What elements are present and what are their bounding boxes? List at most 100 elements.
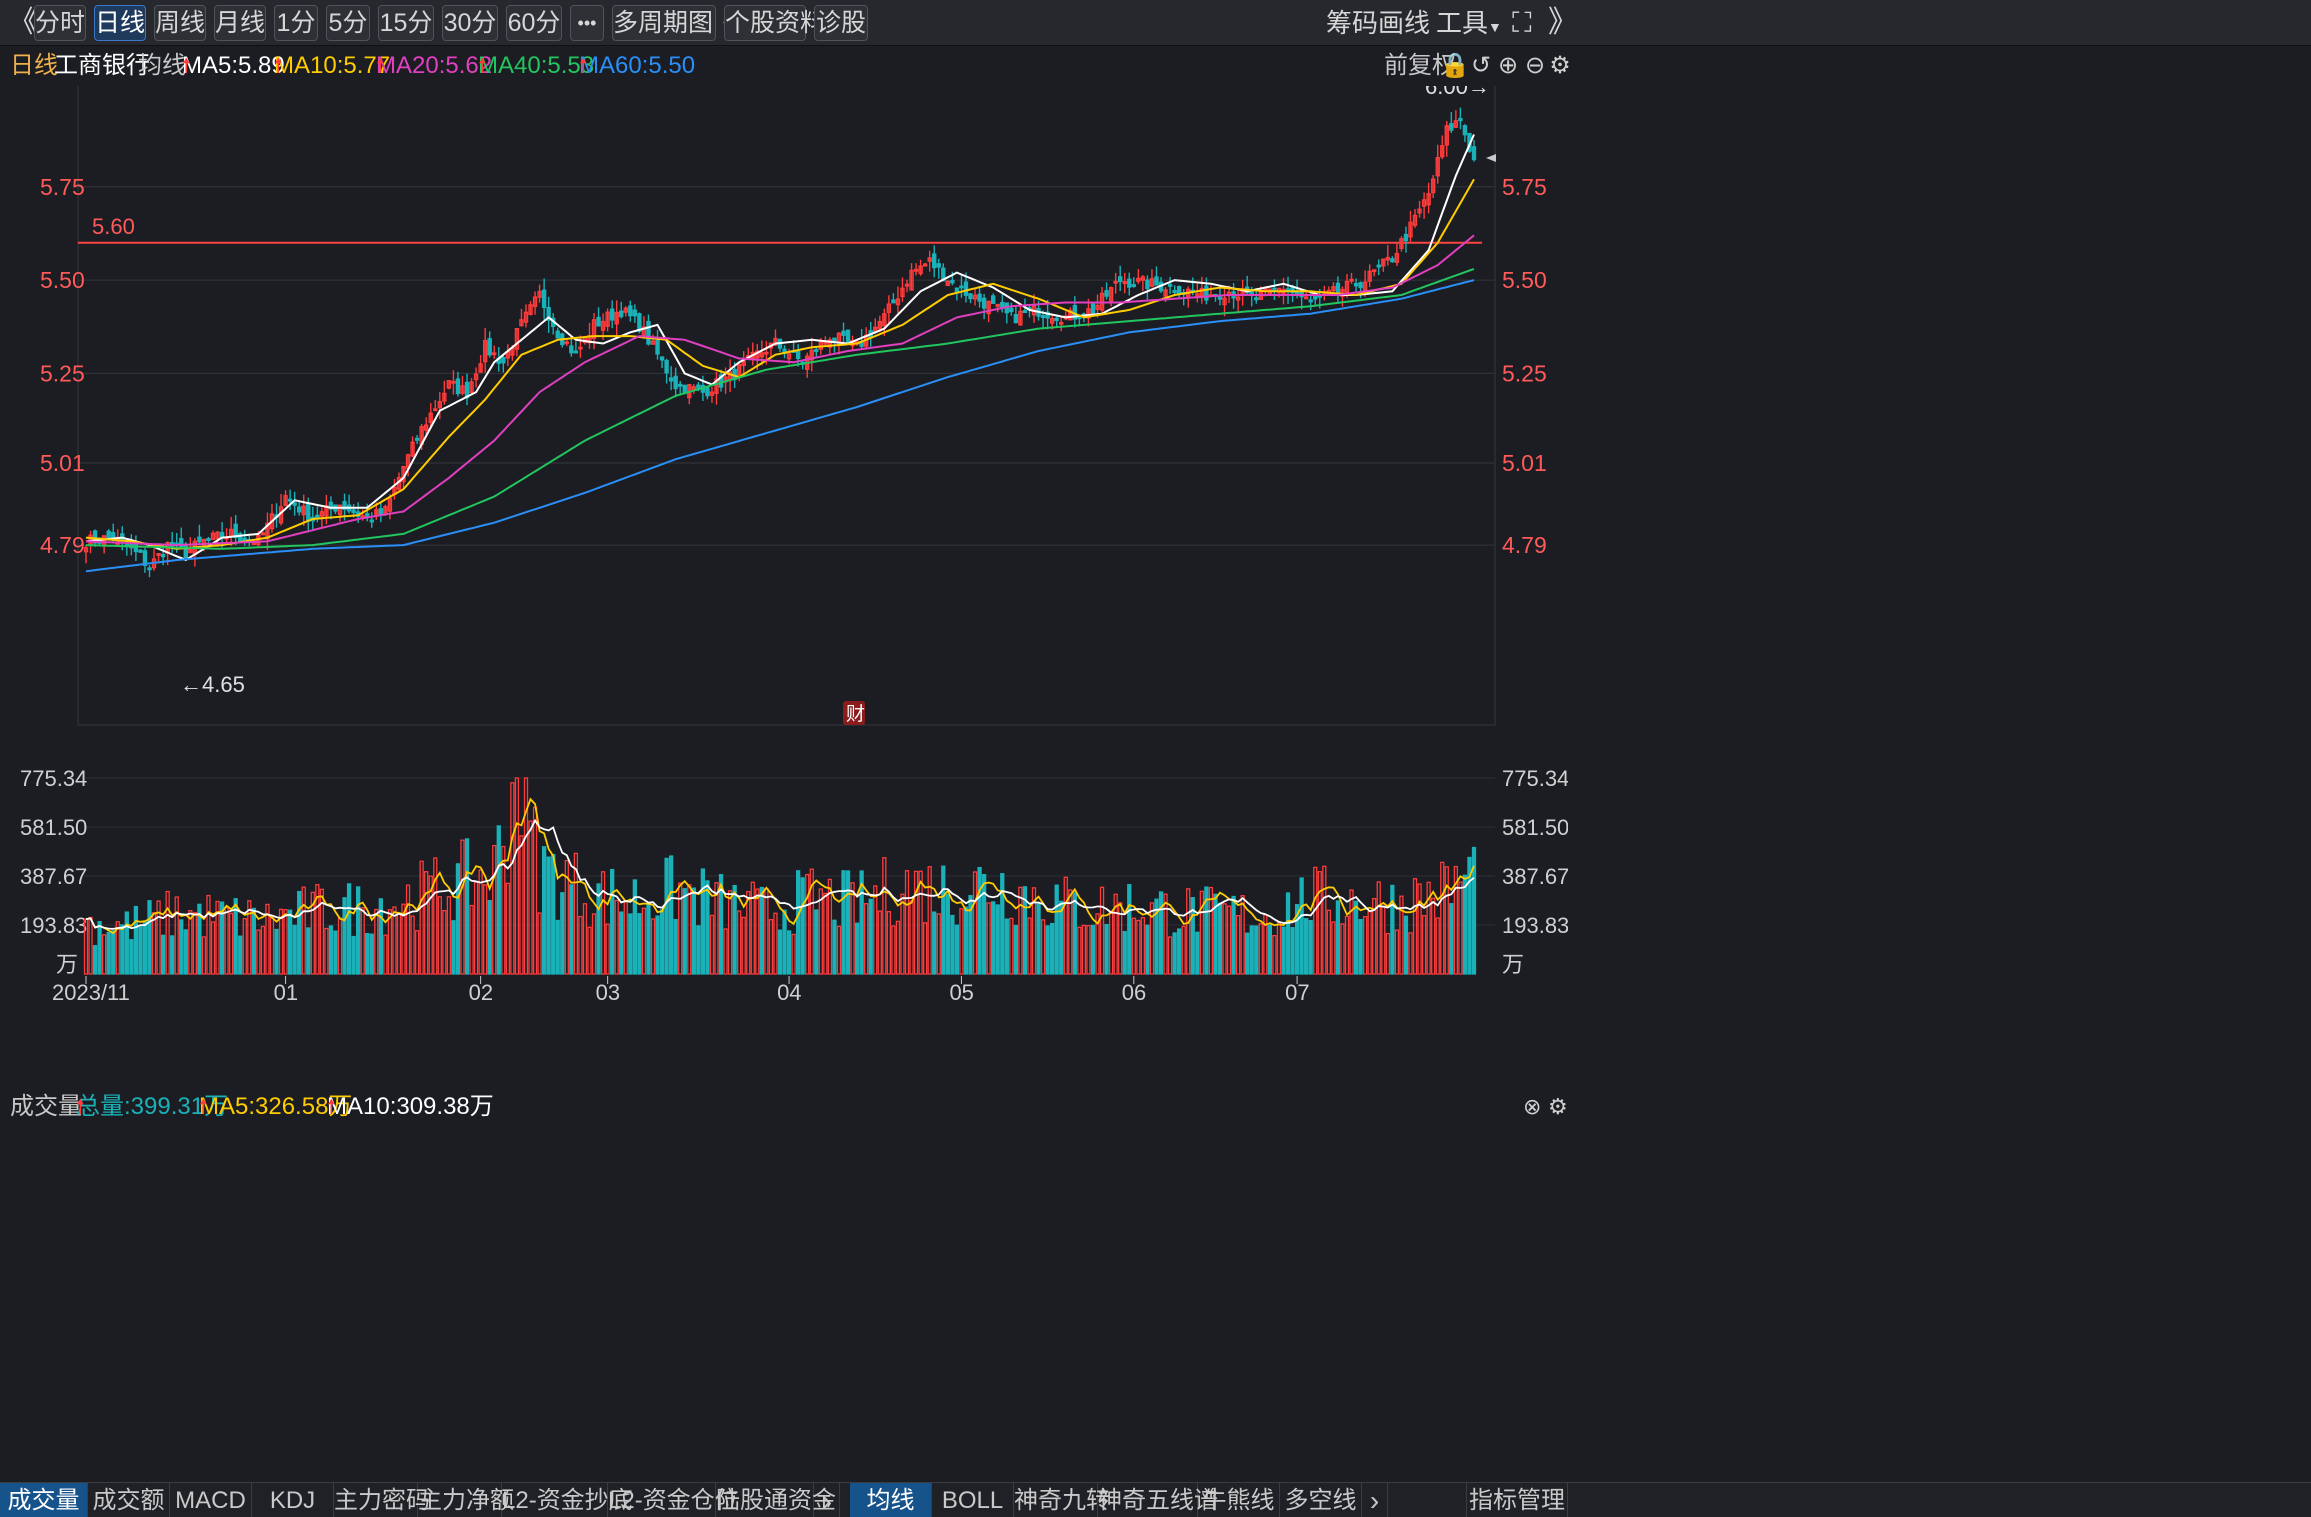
volume-bar bbox=[383, 934, 388, 975]
volume-bar bbox=[1127, 884, 1132, 975]
candle-body bbox=[1054, 317, 1059, 322]
tab-td-nine[interactable]: 神奇九转 bbox=[1014, 1483, 1110, 1517]
volume-title[interactable]: 成交量 bbox=[10, 1087, 82, 1127]
period-tab-weekly[interactable]: 周线 bbox=[154, 5, 206, 41]
volume-bar bbox=[555, 919, 560, 975]
volume-bar bbox=[433, 857, 438, 975]
candle-body bbox=[1204, 285, 1209, 301]
tab-northbound-funds[interactable]: 陆股通资金 bbox=[716, 1483, 836, 1517]
tools-label: 工具 bbox=[1436, 8, 1489, 38]
volume-bar bbox=[1458, 881, 1463, 975]
fullscreen-icon[interactable]: ⛶ bbox=[1512, 5, 1532, 41]
volume-bar bbox=[587, 926, 592, 975]
tab-boll[interactable]: BOLL bbox=[932, 1483, 1014, 1517]
date-axis-label: 07 bbox=[1285, 980, 1309, 1005]
volume-chart[interactable]: 775.34 775.34 581.50 581.50 387.67 387.67 193.… bbox=[0, 760, 1568, 1005]
period-tab-fenshi[interactable]: 分时 bbox=[34, 5, 86, 41]
volume-bar bbox=[873, 885, 878, 975]
more-periods-button[interactable]: ••• bbox=[570, 5, 604, 41]
candle-body bbox=[1471, 146, 1477, 161]
zoom-in-icon[interactable]: ⊕ bbox=[1494, 52, 1522, 80]
volume-bar bbox=[923, 922, 928, 975]
tabs-scroll-right-icon[interactable]: › bbox=[1362, 1483, 1388, 1517]
tab-macd[interactable]: MACD bbox=[170, 1483, 252, 1517]
volume-bar bbox=[151, 912, 157, 975]
volume-bar bbox=[696, 925, 701, 975]
tab-ma-overlay[interactable]: 均线 bbox=[850, 1483, 932, 1517]
volume-bar bbox=[1018, 886, 1023, 975]
candle-body bbox=[1000, 301, 1005, 308]
tabs-scroll-right-icon[interactable]: › bbox=[814, 1483, 840, 1517]
ma40-text: MA40:5.53 bbox=[478, 52, 595, 79]
volume-bar bbox=[351, 935, 356, 975]
period-tab-15min[interactable]: 15分 bbox=[378, 5, 434, 41]
volume-bar bbox=[1249, 925, 1254, 975]
candle-body bbox=[160, 554, 166, 558]
period-tab-60min[interactable]: 60分 bbox=[506, 5, 562, 41]
volume-bar bbox=[610, 868, 615, 975]
volume-bar bbox=[1186, 888, 1191, 975]
tab-five-line[interactable]: 神奇五线谱 bbox=[1098, 1483, 1218, 1517]
price-chart[interactable]: 5.75 5.75 5.50 5.50 5.25 5.25 5.01 5.01 4.79 4.79… bbox=[0, 86, 1568, 740]
volume-bar bbox=[927, 866, 932, 975]
draw-line-button[interactable]: 画线 bbox=[1378, 5, 1430, 41]
candle-body bbox=[1013, 314, 1019, 324]
volume-bar bbox=[1104, 923, 1109, 975]
ma-setting-label[interactable]: 均线 bbox=[138, 46, 186, 86]
tools-menu[interactable]: 工具▼ bbox=[1436, 5, 1502, 41]
ma20-text: MA20:5.62 bbox=[376, 52, 493, 79]
volume-bar bbox=[605, 923, 610, 975]
indicator-manage-button[interactable]: 指标管理 bbox=[1466, 1483, 1568, 1517]
volume-bar bbox=[269, 917, 275, 975]
lock-icon[interactable]: 🔒 bbox=[1440, 52, 1470, 80]
date-axis-label: 04 bbox=[777, 980, 801, 1005]
volume-bar bbox=[1376, 881, 1381, 975]
candle-body bbox=[1040, 315, 1046, 319]
date-axis-labels: 2023/11 01 02 03 04 05 06 07 bbox=[52, 976, 1310, 1005]
gear-icon[interactable]: ⚙ bbox=[1546, 52, 1574, 80]
volume-bar bbox=[1276, 921, 1282, 975]
volume-bar bbox=[292, 924, 297, 975]
zoom-out-icon[interactable]: ⊖ bbox=[1521, 52, 1549, 80]
chips-button[interactable]: 筹码 bbox=[1326, 5, 1378, 41]
volume-bar bbox=[532, 806, 538, 975]
tab-turnover[interactable]: 成交额 bbox=[88, 1483, 170, 1517]
volume-bar bbox=[256, 929, 261, 975]
tab-long-short-line[interactable]: 多空线 bbox=[1280, 1483, 1362, 1517]
volume-bar bbox=[287, 909, 293, 975]
tab-main-force-code[interactable]: 主力密码 bbox=[334, 1483, 430, 1517]
stock-name[interactable]: 工商银行 bbox=[54, 46, 150, 86]
tab-main-force-net[interactable]: 主力净额 bbox=[418, 1483, 514, 1517]
expand-icon[interactable]: 》 bbox=[1548, 5, 1578, 41]
candle-body bbox=[596, 316, 601, 327]
tab-kdj[interactable]: KDJ bbox=[252, 1483, 334, 1517]
volume-bar bbox=[464, 838, 470, 975]
volume-bar bbox=[1245, 932, 1250, 975]
candle-body bbox=[628, 305, 633, 317]
candle-body bbox=[950, 279, 955, 284]
candle-body bbox=[646, 320, 651, 345]
period-tab-daily[interactable]: 日线 bbox=[94, 5, 146, 41]
tab-bull-bear-line[interactable]: 牛熊线 bbox=[1198, 1483, 1280, 1517]
tab-l2-bottom-fishing[interactable]: L2-资金抄底 bbox=[502, 1483, 633, 1517]
candle-body bbox=[1172, 290, 1177, 293]
candle-body bbox=[487, 338, 492, 356]
volume-bar bbox=[750, 881, 755, 975]
volume-bar bbox=[174, 896, 179, 975]
period-tab-30min[interactable]: 30分 bbox=[442, 5, 498, 41]
period-tab-monthly[interactable]: 月线 bbox=[214, 5, 266, 41]
volume-bar bbox=[356, 886, 361, 975]
volume-bar bbox=[297, 890, 302, 975]
multi-period-button[interactable]: 多周期图 ▼ bbox=[612, 5, 736, 41]
diagnose-button[interactable]: 诊股 bbox=[814, 5, 868, 41]
undo-icon[interactable]: ↺ bbox=[1467, 52, 1495, 80]
close-indicator-icon[interactable]: ⊗ bbox=[1523, 1087, 1541, 1127]
gear-icon[interactable]: ⚙ bbox=[1548, 1087, 1568, 1127]
volume-bar bbox=[569, 884, 574, 975]
tab-l2-position[interactable]: L2-资金仓位 bbox=[608, 1483, 739, 1517]
period-tab-1min[interactable]: 1分 bbox=[274, 5, 318, 41]
stock-profile-button[interactable]: 个股资料 bbox=[724, 5, 825, 41]
period-tab-5min[interactable]: 5分 bbox=[326, 5, 370, 41]
volume-bar bbox=[1349, 889, 1354, 975]
tab-volume[interactable]: 成交量 bbox=[0, 1483, 88, 1517]
